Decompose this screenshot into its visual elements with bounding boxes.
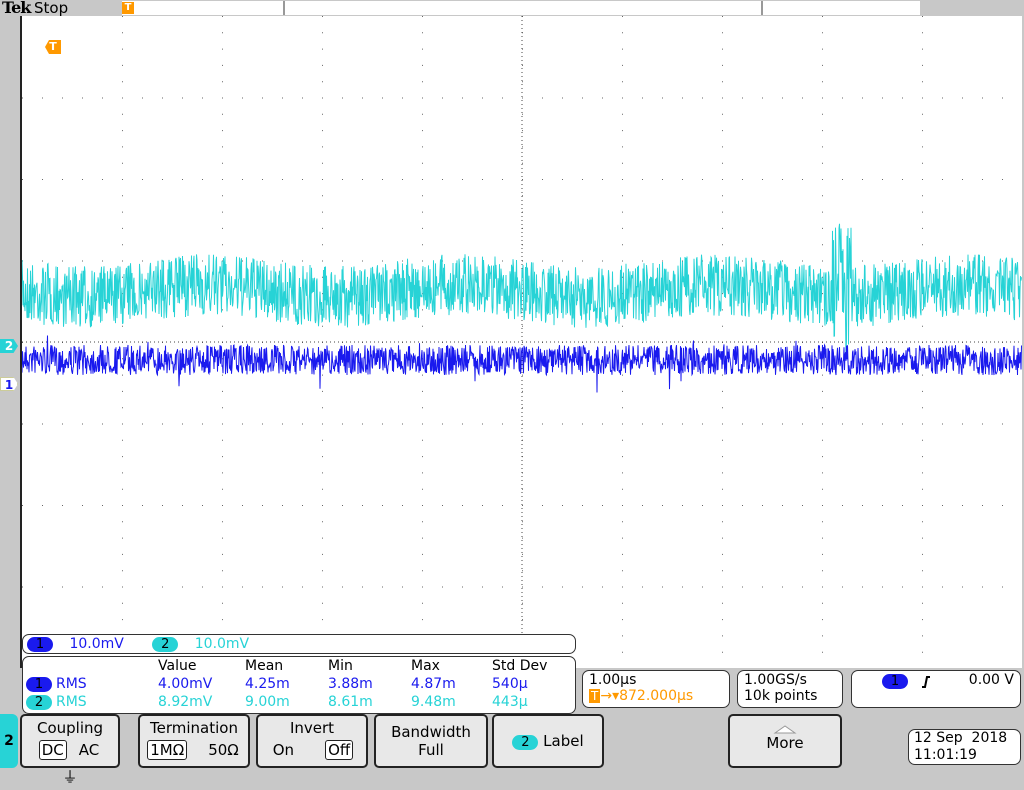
acquisition-state: Stop (34, 0, 68, 17)
meas-mean: 4.25m (245, 676, 290, 692)
meas-type: RMS (56, 694, 87, 710)
meas-max: 4.87m (411, 676, 456, 692)
ch2-scale: 10.0mV (195, 636, 249, 652)
record-window (283, 1, 763, 15)
coupling-button[interactable]: Coupling DC AC⏚ (20, 714, 120, 768)
more-button[interactable]: More (728, 714, 842, 768)
meas-value: 4.00mV (158, 676, 212, 692)
ch2-ground-marker[interactable]: 2 (0, 339, 18, 353)
invert-button[interactable]: Invert On Off (256, 714, 368, 768)
meas-type: RMS (56, 676, 87, 692)
bandwidth-value: Full (418, 741, 444, 759)
time: 11:01:19 (914, 747, 1015, 764)
meas-value: 8.92mV (158, 694, 212, 710)
ch1-scale: 10.0mV (69, 636, 123, 652)
label-button[interactable]: 2 Label (492, 714, 604, 768)
measurement-table: Value Mean Min Max Std Dev 1 RMS 4.00mV … (22, 656, 576, 714)
bandwidth-label: Bandwidth (376, 723, 486, 741)
termination-50[interactable]: 50Ω (206, 741, 241, 759)
ch2-badge: 2 (152, 637, 178, 652)
channel-2-menu-tab: 2 (0, 714, 18, 768)
ch2-badge: 2 (512, 735, 538, 750)
coupling-ac[interactable]: AC (77, 741, 101, 759)
invert-label: Invert (258, 719, 366, 737)
waveform-display (22, 16, 1022, 668)
acquisition-readout[interactable]: 1.00GS/s 10k points (737, 670, 843, 708)
graticule: T (20, 16, 1022, 668)
coupling-label: Coupling (22, 719, 118, 737)
rising-edge-icon (921, 675, 931, 689)
record-length: 10k points (744, 688, 836, 704)
coupling-ground-icon[interactable]: ⏚ (60, 766, 79, 787)
trigger-level: 0.00 V (969, 672, 1014, 688)
up-arrow-icon (773, 724, 797, 734)
trigger-source-badge: 1 (882, 674, 908, 689)
meas-min: 8.61m (328, 694, 373, 710)
col-header: Mean (245, 658, 283, 674)
termination-label: Termination (140, 719, 248, 737)
col-header: Max (411, 658, 440, 674)
date: 12 Sep 2018 (914, 730, 1015, 747)
horizontal-delay: →▾872.000µs (600, 688, 693, 704)
channel-scale-readout: 1 10.0mV 2 10.0mV (22, 634, 576, 654)
col-header: Min (328, 658, 353, 674)
record-view-bar: T (122, 1, 920, 15)
col-header: Std Dev (492, 658, 547, 674)
coupling-dc[interactable]: DC (39, 740, 67, 760)
termination-1m[interactable]: 1MΩ (147, 740, 187, 760)
meas-min: 3.88m (328, 676, 373, 692)
meas-stddev: 540µ (492, 676, 528, 692)
ch1-ground-marker[interactable]: 1 (0, 377, 18, 391)
meas-max: 9.48m (411, 694, 456, 710)
termination-button[interactable]: Termination 1MΩ 50Ω (138, 714, 250, 768)
meas-stddev: 443µ (492, 694, 528, 710)
status-bar: Tek Stop T (0, 0, 1024, 16)
ch2-badge: 2 (26, 695, 52, 710)
invert-on[interactable]: On (271, 741, 296, 759)
sample-rate: 1.00GS/s (744, 672, 836, 688)
timebase-readout[interactable]: 1.00µs T →▾872.000µs (582, 670, 730, 708)
label-text: Label (543, 732, 583, 750)
ch1-badge: 1 (27, 637, 53, 652)
col-header: Value (158, 658, 196, 674)
meas-mean: 9.00m (245, 694, 290, 710)
grid-dots (22, 16, 1003, 668)
more-label: More (766, 734, 803, 752)
trigger-position-icon: T (122, 2, 134, 14)
tek-logo: Tek (2, 0, 30, 17)
trigger-readout[interactable]: 1 0.00 V (851, 670, 1021, 708)
invert-off[interactable]: Off (325, 740, 353, 760)
horizontal-scale: 1.00µs (589, 672, 723, 688)
trigger-icon: T (589, 689, 600, 703)
bandwidth-button[interactable]: Bandwidth Full (374, 714, 488, 768)
ch1-badge: 1 (26, 677, 52, 692)
date-time-readout: 12 Sep 2018 11:01:19 (908, 729, 1021, 765)
